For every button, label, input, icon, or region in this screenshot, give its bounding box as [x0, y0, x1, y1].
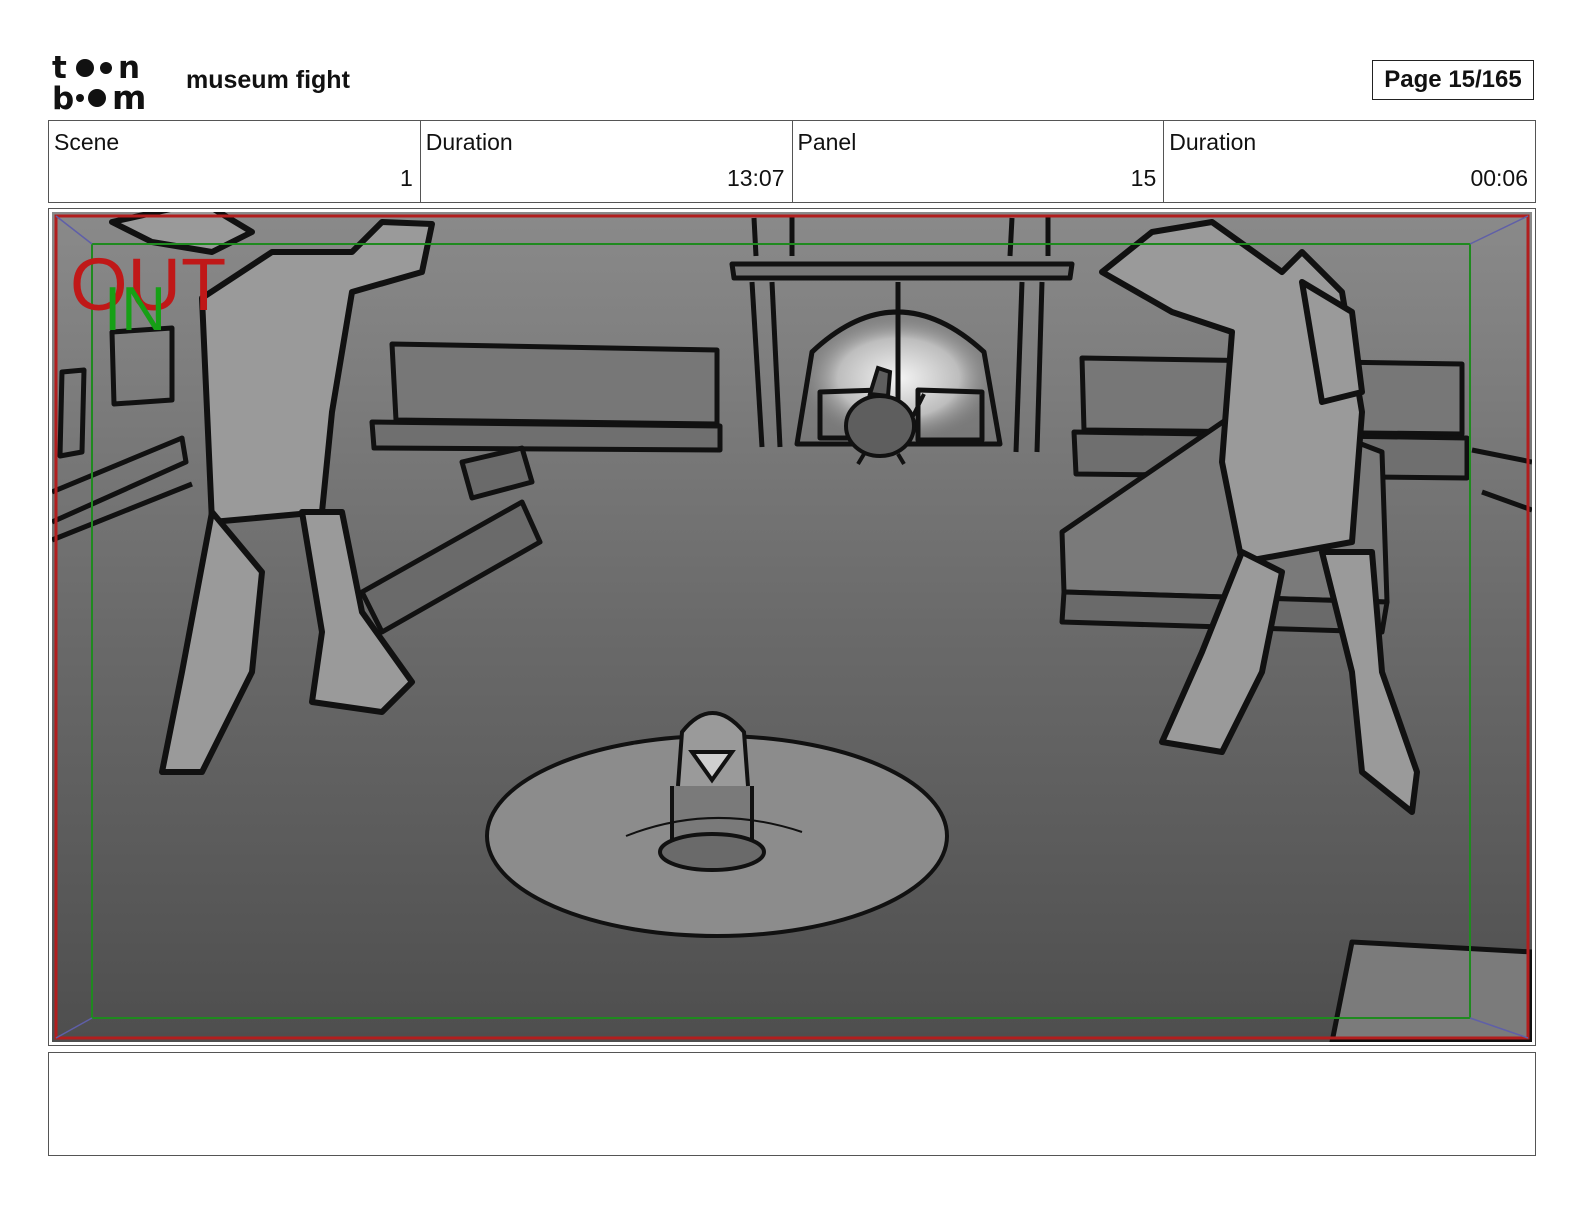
- svg-text:b: b: [52, 81, 74, 112]
- svg-text:m: m: [112, 78, 146, 112]
- page-indicator: Page 15/165: [1372, 60, 1534, 100]
- overlay-in-label: IN: [104, 275, 166, 344]
- project-title: museum fight: [186, 66, 350, 94]
- scene-duration-cell: Duration 13:07: [421, 121, 793, 202]
- panel-info-table: Scene 1 Duration 13:07 Panel 15 Duration…: [48, 120, 1536, 203]
- scene-duration-label: Duration: [425, 129, 513, 155]
- panel-notes-box[interactable]: [48, 1052, 1536, 1156]
- toon-boom-logo: t n b m: [52, 50, 146, 112]
- scene-value: 1: [399, 165, 413, 191]
- scene-cell: Scene 1: [49, 121, 421, 202]
- panel-label: Panel: [797, 129, 857, 155]
- panel-duration-cell: Duration 00:06: [1164, 121, 1535, 202]
- panel-cell: Panel 15: [793, 121, 1165, 202]
- panel-duration-value: 00:06: [1470, 165, 1528, 191]
- scene-label: Scene: [54, 129, 120, 155]
- panel-value: 15: [1130, 165, 1157, 191]
- page-label: Page: [1384, 66, 1442, 93]
- panel-duration-label: Duration: [1169, 129, 1257, 155]
- page-value: 15/165: [1448, 66, 1522, 93]
- storyboard-panel: OUT IN: [48, 208, 1536, 1046]
- scene-duration-value: 13:07: [726, 165, 785, 191]
- panel-drawing: OUT IN: [52, 212, 1532, 1042]
